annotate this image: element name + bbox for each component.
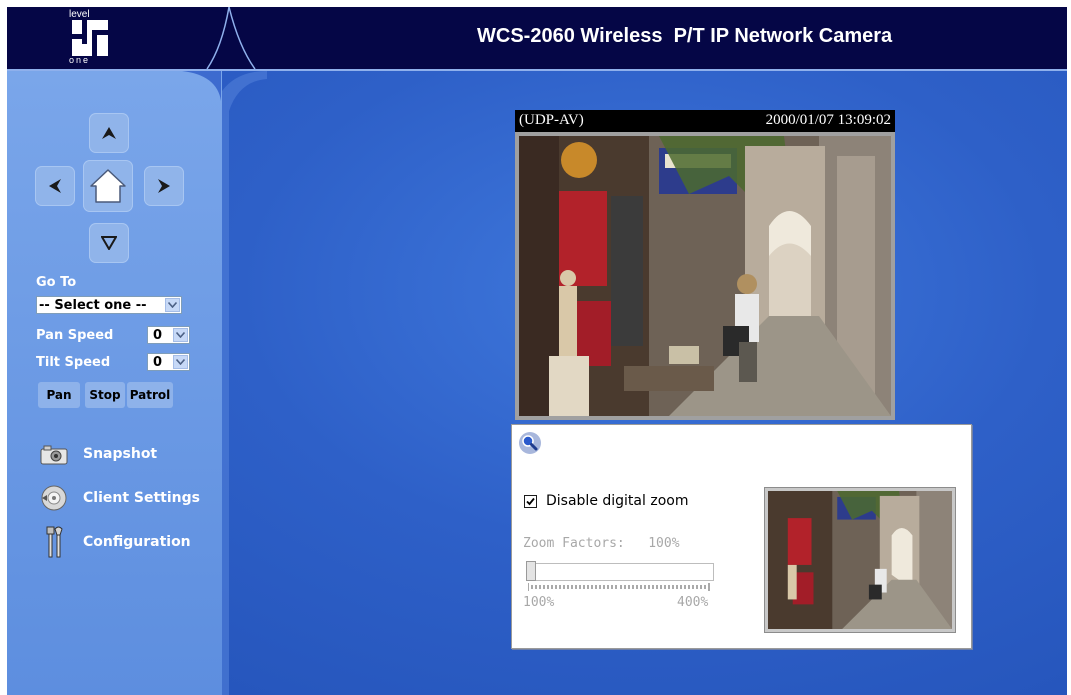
logo-mark-icon	[72, 20, 108, 56]
video-image	[519, 136, 891, 416]
disc-settings-icon	[39, 483, 69, 513]
configuration-label: Configuration	[83, 534, 191, 550]
live-video[interactable]	[515, 132, 895, 420]
snapshot-link[interactable]: Snapshot	[39, 439, 157, 469]
levelone-logo: level one	[69, 9, 113, 67]
disable-zoom-label: Disable digital zoom	[546, 493, 689, 509]
camera-icon	[39, 439, 69, 469]
arrow-right-icon	[158, 179, 170, 193]
stream-mode: (UDP-AV)	[519, 112, 584, 128]
pan-speed-value: 0	[153, 327, 163, 343]
home-icon	[90, 169, 126, 203]
configuration-link[interactable]: Configuration	[39, 526, 191, 558]
chevron-down-icon	[173, 328, 188, 342]
tilt-speed-select[interactable]: 0	[147, 353, 190, 371]
chevron-down-icon	[173, 355, 188, 369]
tilt-up-button[interactable]	[89, 113, 129, 153]
zoom-min-label: 100%	[523, 595, 555, 610]
goto-select[interactable]: -- Select one --	[36, 296, 182, 314]
arrow-up-icon	[102, 127, 116, 139]
tools-icon	[39, 526, 69, 558]
magnifier-icon[interactable]	[518, 431, 542, 455]
pan-right-button[interactable]	[144, 166, 184, 206]
zoom-slider-thumb[interactable]	[526, 561, 536, 581]
disable-zoom-row[interactable]: Disable digital zoom	[524, 493, 688, 509]
goto-label: Go To	[36, 275, 77, 290]
zoom-preview-thumbnail[interactable]	[764, 487, 956, 633]
goto-selected-value: -- Select one --	[39, 297, 147, 313]
tilt-speed-label: Tilt Speed	[36, 355, 111, 370]
video-status-bar: (UDP-AV) 2000/01/07 13:09:02	[515, 110, 895, 132]
camera-web-ui: level one WCS-2060 Wireless P/T IP Netwo…	[7, 7, 1067, 695]
digital-zoom-panel: Disable digital zoom Zoom Factors: 100% …	[511, 424, 972, 649]
client-settings-link[interactable]: Client Settings	[39, 483, 200, 513]
stop-button[interactable]: Stop	[85, 382, 125, 408]
pan-speed-label: Pan Speed	[36, 328, 114, 343]
app-title: WCS-2060 Wireless P/T IP Network Camera	[477, 25, 893, 47]
arrow-down-icon	[101, 236, 117, 250]
pan-speed-select[interactable]: 0	[147, 326, 190, 344]
zoom-factor-text: Zoom Factors: 100%	[523, 536, 680, 551]
checkmark-icon	[526, 497, 535, 505]
tilt-down-button[interactable]	[89, 223, 129, 263]
video-timestamp: 2000/01/07 13:09:02	[765, 112, 891, 128]
zoom-slider-ticks	[528, 583, 710, 591]
preview-image	[768, 491, 952, 629]
client-settings-label: Client Settings	[83, 490, 200, 506]
chevron-down-icon	[165, 298, 180, 312]
snapshot-label: Snapshot	[83, 446, 158, 462]
zoom-factor-label: Zoom Factors:	[523, 536, 625, 551]
patrol-button[interactable]: Patrol	[127, 382, 173, 408]
zoom-slider-track[interactable]	[526, 563, 714, 581]
tilt-speed-value: 0	[153, 354, 163, 370]
arrow-left-icon	[49, 179, 61, 193]
pan-button[interactable]: Pan	[38, 382, 80, 408]
pan-left-button[interactable]	[35, 166, 75, 206]
zoom-max-label: 400%	[677, 595, 709, 610]
home-button[interactable]	[83, 160, 133, 212]
disable-zoom-checkbox[interactable]	[524, 494, 537, 508]
zoom-factor-value: 100%	[648, 536, 680, 551]
